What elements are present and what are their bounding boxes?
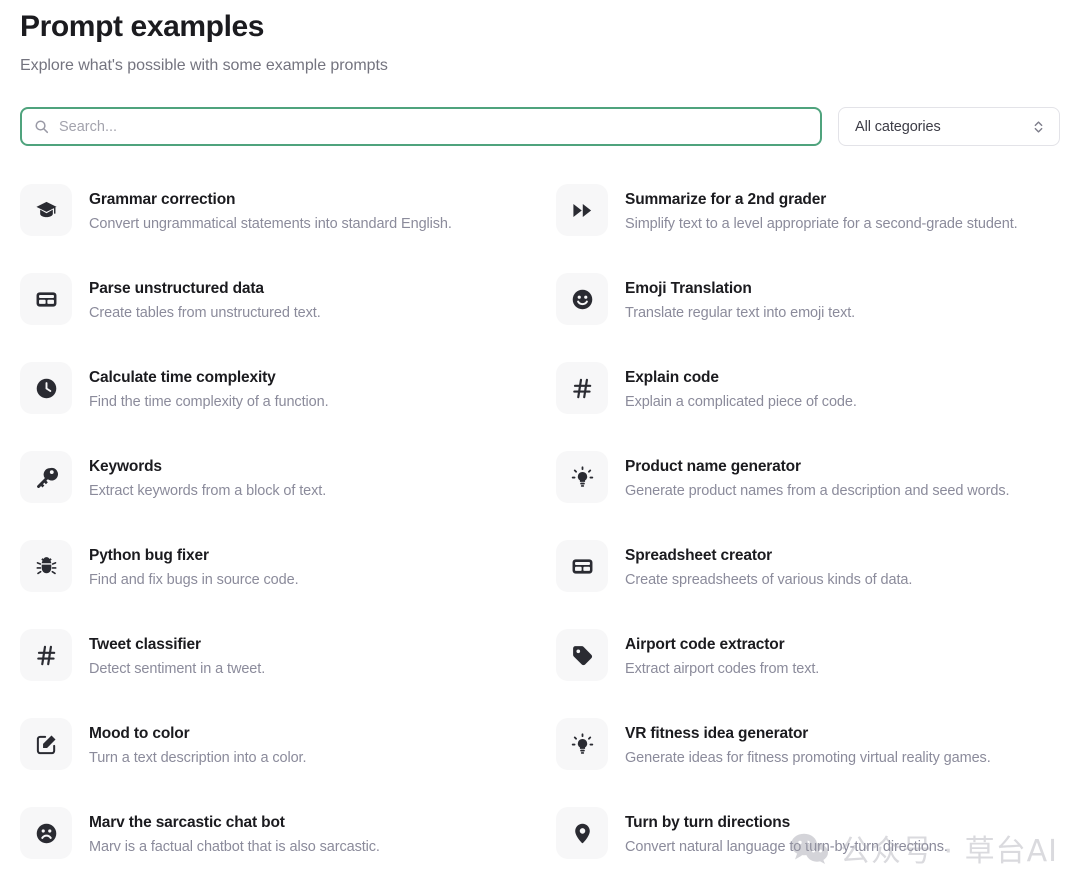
search-field-wrapper [20,107,822,146]
prompt-card-text: Mood to color Turn a text description int… [89,718,307,769]
chevron-updown-icon [1033,119,1044,135]
bug-icon [20,540,72,592]
prompt-card-text: Emoji Translation Translate regular text … [625,273,855,324]
graduation-cap-icon [20,184,72,236]
page-subtitle: Explore what's possible with some exampl… [20,57,388,74]
lightbulb-icon [556,718,608,770]
prompt-card[interactable]: Marv the sarcastic chat bot Marv is a fac… [20,807,556,896]
prompt-card[interactable]: Emoji Translation Translate regular text … [556,273,1080,362]
prompt-card[interactable]: Product name generator Generate product n… [556,451,1080,540]
prompt-card-title: Summarize for a 2nd grader [625,191,827,208]
prompt-card-title: Keywords [89,458,162,475]
prompt-card[interactable]: Spreadsheet creator Create spreadsheets o… [556,540,1080,629]
prompt-card-text: Summarize for a 2nd grader Simplify text … [625,184,1018,235]
prompt-card-text: Python bug fixer Find and fix bugs in sou… [89,540,299,591]
prompt-card[interactable]: VR fitness idea generator Generate ideas … [556,718,1080,807]
prompt-card[interactable]: Parse unstructured data Create tables fro… [20,273,556,362]
prompt-card-description: Simplify text to a level appropriate for… [625,216,1018,232]
prompt-card-title: Product name generator [625,458,801,475]
search-box[interactable] [20,107,822,146]
prompt-card-title: Spreadsheet creator [625,547,773,564]
prompt-card-title: Marv the sarcastic chat bot [89,814,285,831]
prompt-card-description: Extract airport codes from text. [625,661,820,677]
prompt-card-description: Extract keywords from a block of text. [89,483,327,499]
prompt-card-description: Find the time complexity of a function. [89,394,329,410]
prompt-card[interactable]: Keywords Extract keywords from a block of… [20,451,556,540]
table-icon [20,273,72,325]
prompt-card-description: Generate product names from a descriptio… [625,483,1010,499]
prompt-card-description: Create tables from unstructured text. [89,305,321,321]
prompt-card-text: VR fitness idea generator Generate ideas … [625,718,991,769]
prompt-card-description: Create spreadsheets of various kinds of … [625,572,913,588]
clock-icon [20,362,72,414]
prompt-cards-grid: Grammar correction Convert ungrammatical … [20,184,1060,896]
prompt-examples-page: Prompt examples Explore what's possible … [0,0,1080,896]
prompt-card-text: Calculate time complexity Find the time c… [89,362,329,413]
prompt-card-description: Convert ungrammatical statements into st… [89,216,452,232]
prompt-card-description: Convert natural language to turn-by-turn… [625,839,948,855]
prompt-card-text: Grammar correction Convert ungrammatical … [89,184,452,235]
prompt-card-text: Tweet classifier Detect sentiment in a tw… [89,629,265,680]
prompt-card-description: Detect sentiment in a tweet. [89,661,266,677]
search-input[interactable] [59,109,808,144]
search-icon [34,119,49,134]
location-pin-icon [556,807,608,859]
prompt-card[interactable]: Explain code Explain a complicated piece … [556,362,1080,451]
table-icon [556,540,608,592]
filter-controls: All categories [20,107,1060,146]
category-filter-select[interactable]: All categories [838,107,1060,146]
prompt-card-description: Explain a complicated piece of code. [625,394,857,410]
page-title: Prompt examples [20,10,265,43]
prompt-card-title: VR fitness idea generator [625,725,809,742]
prompt-card-text: Product name generator Generate product n… [625,451,1010,502]
hash-icon [556,362,608,414]
prompt-card[interactable]: Summarize for a 2nd grader Simplify text … [556,184,1080,273]
category-filter-label: All categories [855,118,941,135]
prompt-card-title: Calculate time complexity [89,369,276,386]
prompt-card-description: Turn a text description into a color. [89,750,307,766]
prompt-card[interactable]: Turn by turn directions Convert natural l… [556,807,1080,896]
prompt-card-text: Turn by turn directions Convert natural l… [625,807,948,858]
prompt-card-title: Explain code [625,369,719,386]
prompt-card[interactable]: Calculate time complexity Find the time c… [20,362,556,451]
prompt-card-text: Explain code Explain a complicated piece … [625,362,857,413]
prompt-card[interactable]: Airport code extractor Extract airport co… [556,629,1080,718]
prompt-card-title: Emoji Translation [625,280,752,297]
prompt-card[interactable]: Tweet classifier Detect sentiment in a tw… [20,629,556,718]
prompt-card-title: Tweet classifier [89,636,201,653]
prompt-card-title: Turn by turn directions [625,814,791,831]
prompt-card-title: Mood to color [89,725,190,742]
prompt-card-text: Parse unstructured data Create tables fro… [89,273,321,324]
prompt-card-title: Airport code extractor [625,636,785,653]
prompt-card-title: Grammar correction [89,191,236,208]
tag-icon [556,629,608,681]
prompt-card-text: Airport code extractor Extract airport co… [625,629,819,680]
prompt-card-text: Spreadsheet creator Create spreadsheets o… [625,540,912,591]
prompt-card-title: Python bug fixer [89,547,209,564]
prompt-card-description: Translate regular text into emoji text. [625,305,856,321]
prompt-card-description: Generate ideas for fitness promoting vir… [625,750,991,766]
prompt-card-text: Keywords Extract keywords from a block of… [89,451,326,502]
smiley-face-icon [556,273,608,325]
prompt-card-description: Find and fix bugs in source code. [89,572,299,588]
prompt-card-title: Parse unstructured data [89,280,264,297]
lightbulb-icon [556,451,608,503]
prompt-card[interactable]: Grammar correction Convert ungrammatical … [20,184,556,273]
prompt-card[interactable]: Mood to color Turn a text description int… [20,718,556,807]
prompt-card[interactable]: Python bug fixer Find and fix bugs in sou… [20,540,556,629]
edit-square-icon [20,718,72,770]
fast-forward-icon [556,184,608,236]
prompt-card-description: Marv is a factual chatbot that is also s… [89,839,380,855]
key-icon [20,451,72,503]
frowning-face-icon [20,807,72,859]
prompt-card-text: Marv the sarcastic chat bot Marv is a fac… [89,807,380,858]
hash-icon [20,629,72,681]
